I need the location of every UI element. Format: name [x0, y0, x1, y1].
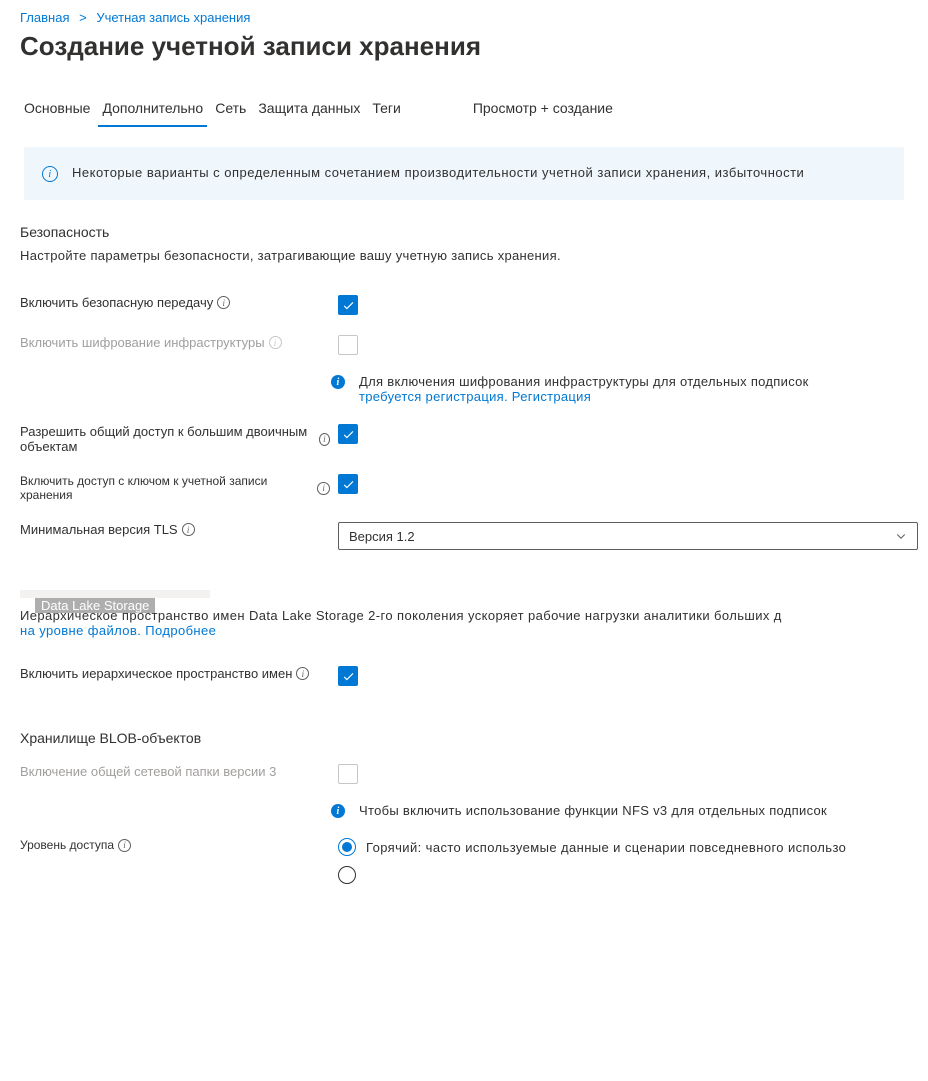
- key-access-label-text: Включить доступ с ключом к учетной запис…: [20, 474, 313, 502]
- section-security-heading: Безопасность: [0, 224, 928, 248]
- tls-label-text: Минимальная версия TLS: [20, 522, 178, 537]
- secure-transfer-checkbox[interactable]: [338, 295, 358, 315]
- access-tier-label-text: Уровень доступа: [20, 838, 114, 852]
- help-icon[interactable]: i: [296, 667, 309, 680]
- info-icon: i: [331, 375, 345, 389]
- page-title: Создание учетной записи хранения: [0, 29, 928, 92]
- help-icon[interactable]: i: [182, 523, 195, 536]
- check-icon: [342, 299, 355, 312]
- infra-encrypt-label-text: Включить шифрование инфраструктуры: [20, 335, 265, 350]
- info-banner: i Некоторые варианты с определенным соче…: [24, 147, 904, 200]
- secure-transfer-label: Включить безопасную передачу i: [20, 295, 330, 310]
- nfs-checkbox: [338, 764, 358, 784]
- tls-select-value: Версия 1.2: [349, 529, 415, 544]
- help-icon[interactable]: i: [118, 839, 131, 852]
- section-security-desc: Настройте параметры безопасности, затраг…: [0, 248, 928, 285]
- nfs-label-text: Включение общей сетевой папки версии 3: [20, 764, 276, 779]
- breadcrumb: Главная > Учетная запись хранения: [0, 0, 928, 29]
- tab-data-protection[interactable]: Защита данных: [254, 92, 364, 126]
- access-tier-cool-radio[interactable]: [338, 866, 356, 884]
- nfs-note-text: Чтобы включить использование функции NFS…: [359, 803, 827, 818]
- blob-public-label: Разрешить общий доступ к большим двоичны…: [20, 424, 330, 454]
- key-access-label: Включить доступ с ключом к учетной запис…: [20, 474, 330, 502]
- tls-label: Минимальная версия TLS i: [20, 522, 330, 537]
- chevron-down-icon: [895, 530, 907, 542]
- breadcrumb-home[interactable]: Главная: [20, 10, 69, 25]
- breadcrumb-separator: >: [79, 10, 87, 25]
- tab-tags[interactable]: Теги: [368, 92, 404, 126]
- help-icon[interactable]: i: [269, 336, 282, 349]
- tab-network[interactable]: Сеть: [211, 92, 250, 126]
- hns-checkbox[interactable]: [338, 666, 358, 686]
- hns-label-text: Включить иерархическое пространство имен: [20, 666, 292, 681]
- infra-encrypt-note: i Для включения шифрования инфраструктур…: [0, 368, 928, 414]
- infra-encrypt-checkbox: [338, 335, 358, 355]
- key-access-checkbox[interactable]: [338, 474, 358, 494]
- infra-note-link[interactable]: требуется регистрация. Регистрация: [359, 389, 591, 404]
- check-icon: [342, 428, 355, 441]
- infra-note-text: Для включения шифрования инфраструктуры …: [359, 374, 809, 389]
- help-icon[interactable]: i: [217, 296, 230, 309]
- tabs-bar: Основные Дополнительно Сеть Защита данны…: [0, 92, 928, 127]
- info-icon: i: [42, 166, 58, 182]
- nfs-note: i Чтобы включить использование функции N…: [0, 797, 928, 828]
- section-blob-heading: Хранилище BLOB-объектов: [0, 730, 928, 754]
- blob-public-checkbox[interactable]: [338, 424, 358, 444]
- help-icon[interactable]: i: [317, 482, 330, 495]
- tab-basics[interactable]: Основные: [20, 92, 94, 126]
- check-icon: [342, 478, 355, 491]
- check-icon: [342, 670, 355, 683]
- access-tier-label: Уровень доступа i: [20, 838, 330, 852]
- blob-public-label-text: Разрешить общий доступ к большим двоичны…: [20, 424, 315, 454]
- help-icon[interactable]: i: [319, 433, 330, 446]
- dls-section-divider: [20, 590, 210, 598]
- dls-learn-more-link[interactable]: на уровне файлов. Подробнее: [20, 623, 216, 638]
- access-tier-hot-label: Горячий: часто используемые данные и сце…: [366, 840, 846, 855]
- info-banner-text: Некоторые варианты с определенным сочета…: [72, 165, 804, 180]
- tab-review-create[interactable]: Просмотр + создание: [469, 92, 617, 126]
- tab-advanced[interactable]: Дополнительно: [98, 92, 207, 126]
- hns-label: Включить иерархическое пространство имен…: [20, 666, 330, 681]
- dls-section-heading: Data Lake Storage: [35, 598, 155, 613]
- infra-encrypt-label: Включить шифрование инфраструктуры i: [20, 335, 330, 350]
- breadcrumb-current[interactable]: Учетная запись хранения: [96, 10, 250, 25]
- nfs-label: Включение общей сетевой папки версии 3: [20, 764, 330, 779]
- info-icon: i: [331, 804, 345, 818]
- secure-transfer-label-text: Включить безопасную передачу: [20, 295, 213, 310]
- access-tier-hot-radio[interactable]: [338, 838, 356, 856]
- tls-select[interactable]: Версия 1.2: [338, 522, 918, 550]
